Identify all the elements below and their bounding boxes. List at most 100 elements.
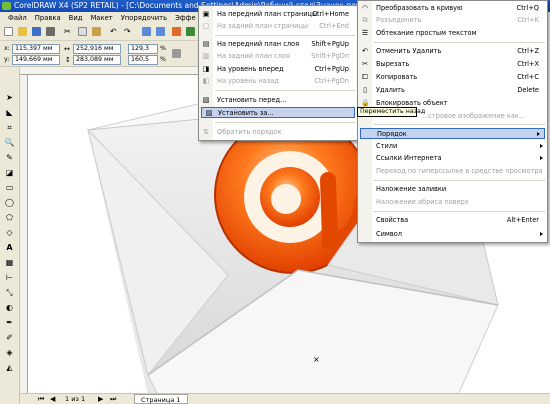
print-icon[interactable] [46, 27, 55, 36]
ctx-undo-delete[interactable]: ↶ Отменить Удалить Ctrl+Z [358, 46, 547, 57]
ctx-styles[interactable]: Стили [358, 141, 547, 152]
rectangle-tool-icon[interactable]: ▭ [4, 183, 15, 193]
menu-item-to-front-of-page[interactable]: ▣ На передний план страницы Ctrl+Home [199, 9, 357, 20]
table-tool-icon[interactable]: ▦ [4, 258, 15, 268]
menu-item-back-one[interactable]: ◧ На уровень назад Ctrl+PgDn [199, 76, 357, 87]
menu-effects[interactable]: Эффе [171, 14, 200, 22]
menu-arrange[interactable]: Упорядочить [117, 14, 171, 22]
ctx-properties[interactable]: Свойства Alt+Enter [358, 215, 547, 226]
dimension-tool-icon[interactable]: ⊢ [4, 273, 15, 283]
x-position-field[interactable]: 115,397 мм [12, 44, 60, 54]
horizontal-ruler [20, 67, 200, 75]
scale-x-field[interactable]: 129,3 [128, 44, 158, 54]
cut-icon[interactable]: ✂ [64, 27, 73, 36]
menu-item-reverse-order[interactable]: ⇅ Обратить порядок [199, 127, 357, 138]
ctx-convert-to-curves[interactable]: ◠ Преобразовать в кривую Ctrl+Q [358, 3, 547, 14]
menu-layout[interactable]: Макет [86, 14, 116, 22]
welcome-screen-icon[interactable] [186, 27, 195, 36]
eyedropper-tool-icon[interactable]: ✒ [4, 318, 15, 328]
submenu-arrow-icon [540, 232, 543, 236]
menu-separator [215, 122, 355, 123]
interactive-fill-tool-icon[interactable]: ◭ [4, 363, 15, 373]
wrap-text-icon: ☰ [361, 29, 369, 37]
lock-ratio-icon[interactable] [172, 49, 181, 58]
zoom-tool-icon[interactable]: 🔍 [4, 138, 15, 148]
menu-item-forward-one[interactable]: ◨ На уровень вперед Ctrl+PgUp [199, 64, 357, 75]
fill-tool-icon[interactable]: ◈ [4, 348, 15, 358]
copy-icon[interactable] [78, 27, 87, 36]
previous-page-icon[interactable]: ◀ [50, 394, 55, 404]
scale-y-field[interactable]: 160,5 [128, 55, 158, 65]
property-bar: x: 115,397 мм y: 149,669 мм ↔ 252,916 мм… [0, 41, 198, 67]
basic-shapes-tool-icon[interactable]: ◇ [4, 228, 15, 238]
open-folder-icon[interactable] [18, 27, 27, 36]
menu-view[interactable]: Вид [65, 14, 87, 22]
ctx-cut[interactable]: ✂ Вырезать Ctrl+X [358, 59, 547, 70]
ctx-break-apart[interactable]: ⧉ Разъединить Ctrl+K [358, 15, 547, 26]
application-launcher-icon[interactable] [172, 27, 181, 36]
menu-item-in-front-of[interactable]: ▧ Установить перед... [199, 95, 357, 106]
crop-tool-icon[interactable]: ⌗ [4, 123, 15, 133]
undo-icon: ↶ [362, 47, 368, 55]
submenu-arrow-icon [540, 156, 543, 160]
menu-edit[interactable]: Правка [31, 14, 65, 22]
send-to-back-page-icon: ▢ [202, 22, 210, 30]
paste-icon[interactable] [92, 27, 101, 36]
smart-fill-tool-icon[interactable]: ◪ [4, 168, 15, 178]
new-document-icon[interactable] [4, 27, 13, 36]
order-submenu: ▣ На передний план страницы Ctrl+Home ▢ … [198, 5, 358, 141]
toolbox: ➤ ◣ ⌗ 🔍 ✎ ◪ ▭ ◯ ⬠ ◇ A ▦ ⊢ ⤡ ◐ ✒ ✐ ◈ ◭ [0, 67, 20, 404]
shape-tool-icon[interactable]: ◣ [4, 108, 15, 118]
import-icon[interactable] [142, 27, 151, 36]
menu-separator [374, 42, 545, 43]
percent-x-label: % [160, 45, 166, 52]
menu-item-to-back-of-layer[interactable]: ▥ На задний план слоя Shift+PgDn [199, 51, 357, 62]
export-icon[interactable] [156, 27, 165, 36]
coreldraw-app-icon [2, 2, 11, 10]
menu-item-behind[interactable]: ▨ Установить за... [201, 107, 355, 118]
ctx-delete[interactable]: ▯ Удалить Delete [358, 85, 547, 96]
connector-tool-icon[interactable]: ⤡ [4, 288, 15, 298]
y-position-field[interactable]: 149,669 мм [12, 55, 60, 65]
ctx-symbol[interactable]: Символ [358, 229, 547, 240]
reverse-order-icon: ⇅ [203, 128, 209, 136]
menu-item-to-front-of-layer[interactable]: ▤ На передний план слоя Shift+PgUp [199, 39, 357, 50]
save-icon[interactable] [32, 27, 41, 36]
vertical-ruler [20, 75, 28, 395]
width-field[interactable]: 252,916 мм [73, 44, 121, 54]
blend-tool-icon[interactable]: ◐ [4, 303, 15, 313]
first-page-icon[interactable]: ⏮ [38, 394, 44, 404]
polygon-tool-icon[interactable]: ⬠ [4, 213, 15, 223]
convert-to-curves-icon: ◠ [361, 4, 369, 12]
menu-item-to-back-of-page[interactable]: ▢ На задний план страницы Ctrl+End [199, 21, 357, 32]
forward-one-icon: ◨ [202, 65, 210, 73]
ctx-copy[interactable]: ⧠ Копировать Ctrl+C [358, 72, 547, 83]
menu-separator [374, 211, 545, 212]
copy-icon: ⧠ [362, 73, 368, 81]
ctx-follow-hyperlink[interactable]: Переход по гиперссылке в средстве просмо… [358, 166, 547, 177]
next-page-icon[interactable]: ▶ [98, 394, 103, 404]
last-page-icon[interactable]: ⏭ [110, 394, 116, 404]
ctx-wrap-text[interactable]: ☰ Обтекание простым текстом [358, 28, 547, 39]
pick-tool-icon[interactable]: ➤ [4, 93, 15, 103]
height-icon: ↕ [65, 56, 71, 64]
ctx-overprint-outline[interactable]: Наложение абриса поверх [358, 197, 547, 208]
text-tool-icon[interactable]: A [4, 243, 15, 253]
ellipse-tool-icon[interactable]: ◯ [4, 198, 15, 208]
undo-icon[interactable]: ↶ [110, 27, 119, 36]
menu-file[interactable]: Файл [4, 14, 31, 22]
bring-to-front-page-icon: ▣ [202, 10, 210, 18]
outline-tool-icon[interactable]: ✐ [4, 333, 15, 343]
height-field[interactable]: 283,089 мм [73, 55, 121, 65]
page-tab[interactable]: Страница 1 [134, 394, 188, 404]
percent-y-label: % [160, 56, 166, 63]
ctx-overprint-fill[interactable]: Наложение заливки [358, 184, 547, 195]
delete-icon: ▯ [363, 86, 367, 94]
ctx-internet-links[interactable]: Ссылки Интернета [358, 153, 547, 164]
y-label: y: [4, 56, 10, 63]
ctx-order[interactable]: Порядок [360, 128, 545, 139]
page-count-label: 1 из 1 [65, 395, 86, 403]
redo-icon[interactable]: ↷ [124, 27, 133, 36]
freehand-tool-icon[interactable]: ✎ [4, 153, 15, 163]
selection-center-marker: × [313, 355, 320, 364]
